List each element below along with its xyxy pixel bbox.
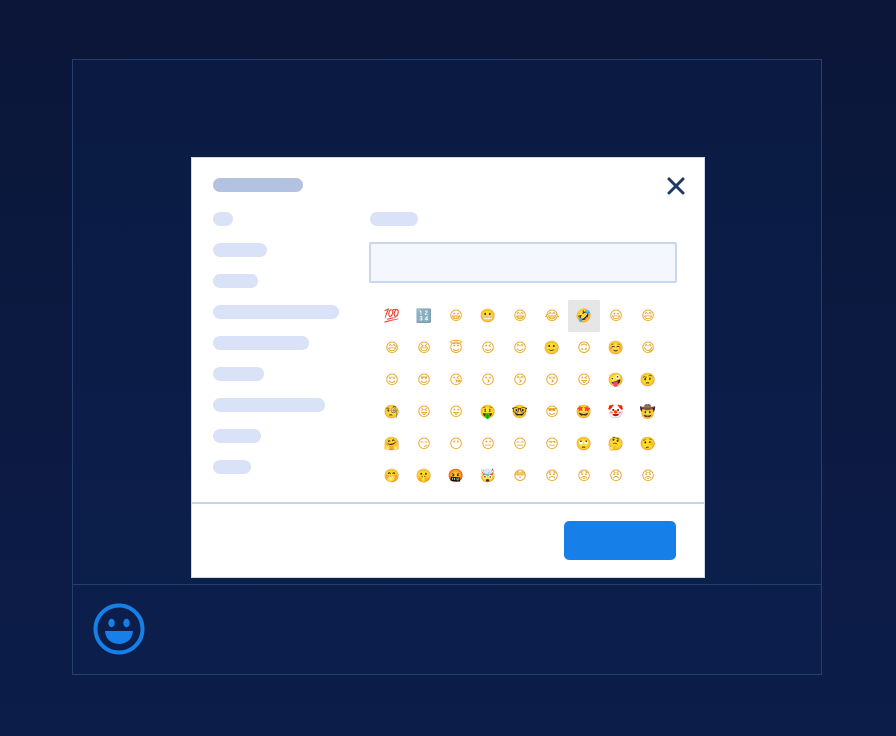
emoji-cell[interactable]: 😒 <box>536 428 568 460</box>
section-title-placeholder <box>370 212 418 226</box>
emoji-cell[interactable]: 🤔 <box>600 428 632 460</box>
emoji-cell[interactable]: 🧐 <box>376 396 408 428</box>
smiley-icon[interactable] <box>93 603 145 655</box>
emoji-cell[interactable]: 😟 <box>568 460 600 492</box>
category-item[interactable] <box>213 336 309 350</box>
emoji-cell[interactable]: 🤫 <box>408 460 440 492</box>
category-item[interactable] <box>213 305 339 319</box>
category-item[interactable] <box>213 429 261 443</box>
emoji-cell[interactable]: 🤓 <box>504 396 536 428</box>
emoji-cell[interactable]: 🤩 <box>568 396 600 428</box>
confirm-button[interactable] <box>564 521 676 560</box>
close-icon <box>667 177 685 195</box>
emoji-cell[interactable]: 😆 <box>408 332 440 364</box>
emoji-cell[interactable]: 😄 <box>632 300 664 332</box>
emoji-cell[interactable]: 😀 <box>440 300 472 332</box>
emoji-cell[interactable]: 😛 <box>440 396 472 428</box>
category-item[interactable] <box>213 274 258 288</box>
emoji-cell[interactable]: 😃 <box>600 300 632 332</box>
emoji-picker-dialog: 💯 🔢 😀 😬 😁 😂 🤣 😃 😄 😅 😆 😇 😉 😊 🙂 🙃 ☺️ 😋 😌 😍 😘 😗 😙 😚 😜 🤪 🤨 🧐 😝 😛 🤑 🤓 😎 🤩 🤡 🤠 🤗 😏 😶… <box>191 157 705 578</box>
emoji-grid: 💯 🔢 😀 😬 😁 😂 🤣 😃 😄 😅 😆 😇 😉 😊 🙂 🙃 ☺️ 😋 😌 😍 😘 😗 😙 😚 😜 🤪 🤨 🧐 😝 😛 🤑 🤓 😎 🤩 🤡 🤠 🤗 😏 😶… <box>376 300 664 492</box>
emoji-cell[interactable]: 😅 <box>376 332 408 364</box>
footer-divider <box>192 502 704 504</box>
emoji-cell[interactable]: 🤭 <box>376 460 408 492</box>
emoji-cell[interactable]: 🤪 <box>600 364 632 396</box>
emoji-cell[interactable]: 😇 <box>440 332 472 364</box>
emoji-cell[interactable]: 😡 <box>632 460 664 492</box>
composer-bar <box>73 584 821 674</box>
category-item[interactable] <box>213 367 264 381</box>
emoji-cell[interactable]: 🔢 <box>408 300 440 332</box>
emoji-cell[interactable]: 🤨 <box>632 364 664 396</box>
emoji-cell[interactable]: 😳 <box>504 460 536 492</box>
emoji-cell[interactable]: 😊 <box>504 332 536 364</box>
emoji-cell[interactable]: 😗 <box>472 364 504 396</box>
emoji-cell[interactable]: 😍 <box>408 364 440 396</box>
category-item[interactable] <box>213 243 267 257</box>
emoji-cell[interactable]: 😋 <box>632 332 664 364</box>
emoji-cell[interactable]: 😏 <box>408 428 440 460</box>
emoji-cell[interactable]: 😌 <box>376 364 408 396</box>
emoji-cell[interactable]: 😝 <box>408 396 440 428</box>
category-item[interactable] <box>213 212 233 226</box>
emoji-cell[interactable]: 🤠 <box>632 396 664 428</box>
emoji-cell[interactable]: 😞 <box>536 460 568 492</box>
emoji-cell[interactable]: 😑 <box>504 428 536 460</box>
emoji-cell[interactable]: 😜 <box>568 364 600 396</box>
emoji-cell[interactable]: 😙 <box>504 364 536 396</box>
emoji-cell[interactable]: 🤬 <box>440 460 472 492</box>
emoji-cell[interactable]: 😁 <box>504 300 536 332</box>
emoji-cell[interactable]: 😉 <box>472 332 504 364</box>
category-item[interactable] <box>213 398 325 412</box>
emoji-cell[interactable]: ☺️ <box>600 332 632 364</box>
emoji-cell[interactable]: 🤗 <box>376 428 408 460</box>
close-button[interactable] <box>662 172 690 200</box>
emoji-cell[interactable]: 🙄 <box>568 428 600 460</box>
emoji-search-input[interactable] <box>369 242 677 283</box>
emoji-cell[interactable]: 😚 <box>536 364 568 396</box>
dialog-title-placeholder <box>213 178 303 192</box>
category-item[interactable] <box>213 460 251 474</box>
emoji-cell[interactable]: 🙃 <box>568 332 600 364</box>
emoji-cell[interactable]: 🤥 <box>632 428 664 460</box>
emoji-cell[interactable]: 😎 <box>536 396 568 428</box>
emoji-cell[interactable]: 😂 <box>536 300 568 332</box>
emoji-cell[interactable]: 🤣 <box>568 300 600 332</box>
emoji-cell[interactable]: 🤡 <box>600 396 632 428</box>
emoji-cell[interactable]: 🤯 <box>472 460 504 492</box>
emoji-cell[interactable]: 😘 <box>440 364 472 396</box>
emoji-cell[interactable]: 😬 <box>472 300 504 332</box>
emoji-cell[interactable]: 🙂 <box>536 332 568 364</box>
emoji-cell[interactable]: 😶 <box>440 428 472 460</box>
emoji-cell[interactable]: 🤑 <box>472 396 504 428</box>
emoji-cell[interactable]: 😠 <box>600 460 632 492</box>
emoji-cell[interactable]: 💯 <box>376 300 408 332</box>
emoji-cell[interactable]: 😐 <box>472 428 504 460</box>
